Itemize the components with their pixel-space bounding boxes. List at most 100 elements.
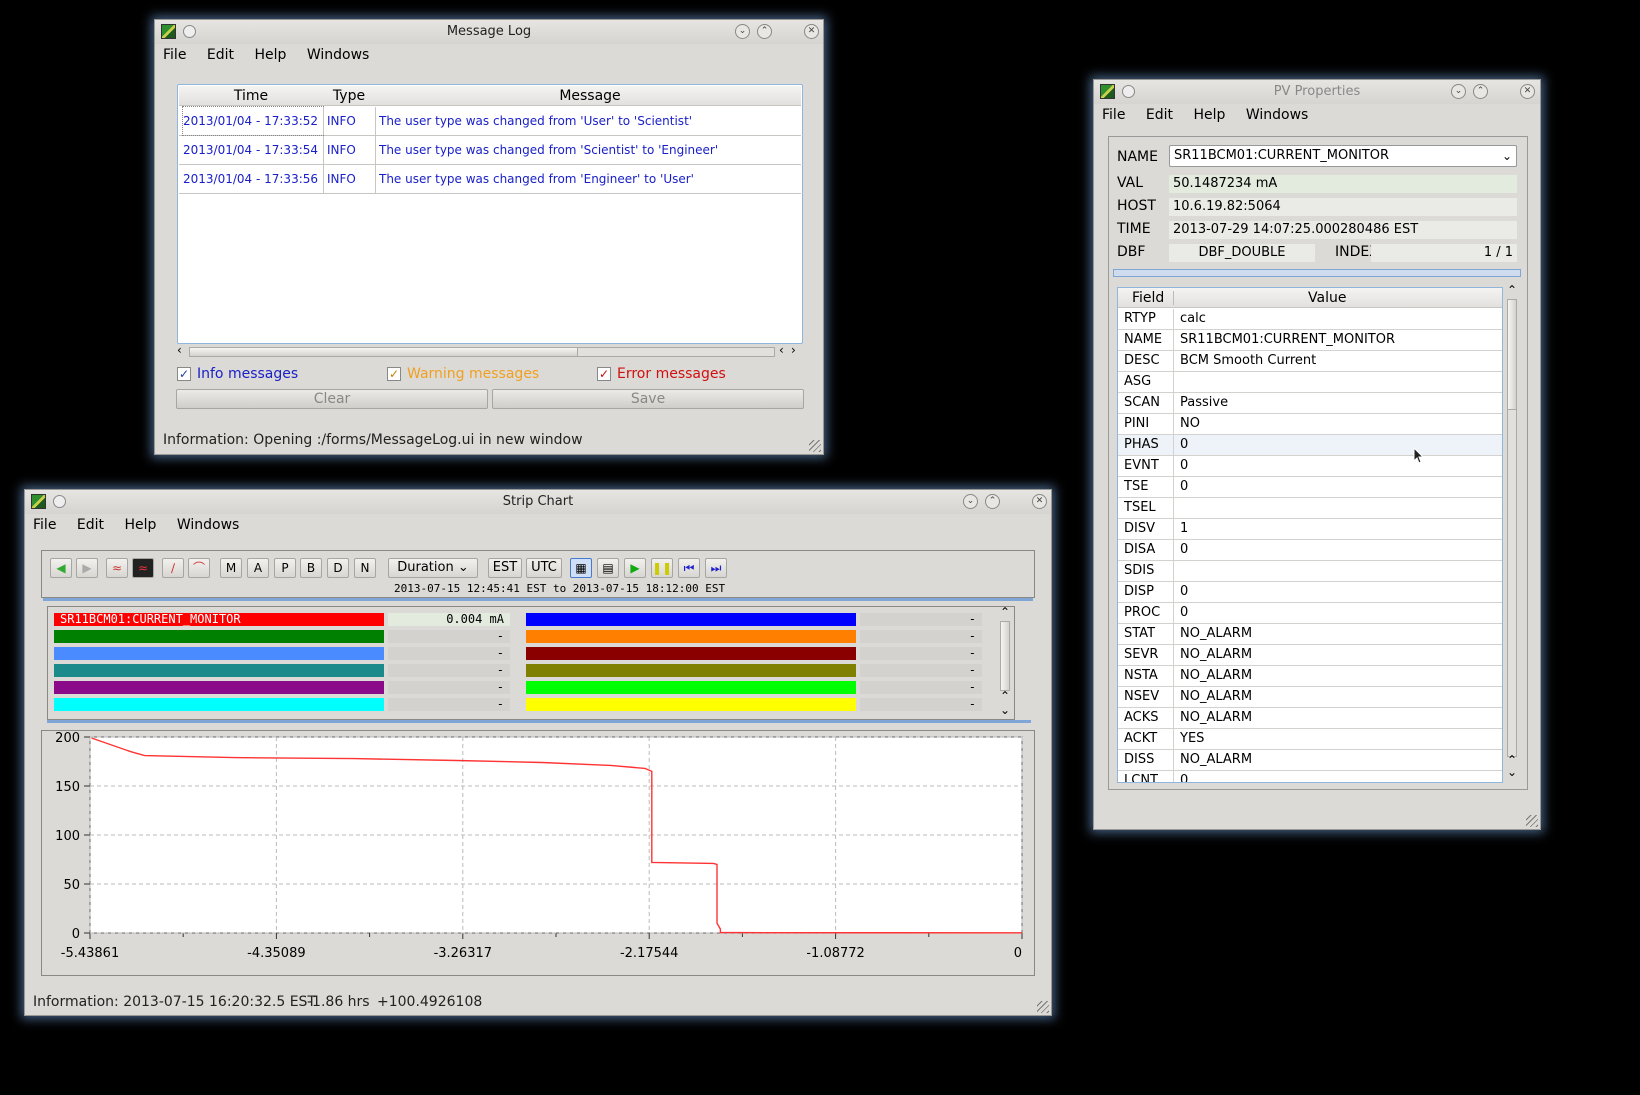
pv-slot-name[interactable] — [54, 664, 384, 677]
table-row[interactable]: TSE 0 — [1118, 477, 1502, 498]
clear-button[interactable]: Clear — [176, 389, 488, 409]
table-row[interactable]: RTYP calc — [1118, 309, 1502, 330]
maximize-icon[interactable]: ⌃ — [985, 494, 1000, 509]
table-row[interactable]: DESC BCM Smooth Current — [1118, 351, 1502, 372]
scroll-up-icon[interactable]: ⌃ — [1000, 605, 1010, 619]
column-time[interactable]: Time — [179, 86, 323, 106]
menu-file[interactable]: File — [1102, 107, 1125, 123]
menu-edit[interactable]: Edit — [1146, 107, 1173, 123]
legend-scrollbar[interactable]: ⌃ ⌃ ⌄ — [998, 605, 1012, 719]
field-table[interactable]: Field Value RTYP calc NAME SR11BCM01:CURREN… — [1117, 287, 1503, 783]
chart-dark-icon[interactable]: ≈ — [132, 558, 154, 578]
menu-windows[interactable]: Windows — [1246, 107, 1309, 123]
close-icon[interactable]: ✕ — [804, 24, 819, 39]
table-row[interactable]: PROC 0 — [1118, 603, 1502, 624]
chevron-down-icon[interactable]: ⌄ — [1502, 146, 1512, 166]
table-row[interactable]: STAT NO_ALARM — [1118, 624, 1502, 645]
table-row[interactable]: NSTA NO_ALARM — [1118, 666, 1502, 687]
resize-grip[interactable] — [1037, 1001, 1049, 1013]
maximize-icon[interactable]: ⌃ — [1473, 84, 1488, 99]
resize-grip[interactable] — [1526, 815, 1538, 827]
table-row[interactable]: ASG — [1118, 372, 1502, 393]
save-button[interactable]: Save — [492, 389, 804, 409]
scrollbar-thumb[interactable] — [1508, 300, 1516, 410]
minimize-icon[interactable]: ⌄ — [963, 494, 978, 509]
skip-forward-icon[interactable]: ⏭ — [705, 558, 727, 578]
table-row[interactable]: SDIS — [1118, 561, 1502, 582]
minimize-icon[interactable]: ⌄ — [1451, 84, 1466, 99]
vertical-scrollbar[interactable]: ⌃ ⌃ ⌄ — [1505, 283, 1519, 783]
column-value[interactable]: Value — [1308, 288, 1346, 308]
menu-edit[interactable]: Edit — [77, 517, 104, 533]
pv-slot-name[interactable] — [526, 664, 856, 677]
checkbox-box[interactable]: ✓ — [387, 367, 401, 381]
scrollbar-track[interactable] — [189, 347, 775, 357]
forward-arrow-icon[interactable]: ▶ — [76, 558, 98, 578]
est-button[interactable]: EST — [488, 558, 522, 578]
pause-icon[interactable]: ❚❚ — [651, 558, 673, 578]
calendar-icon[interactable]: ▤ — [597, 558, 619, 578]
column-message[interactable]: Message — [375, 86, 805, 106]
pv-slot-name[interactable] — [526, 681, 856, 694]
menu-edit[interactable]: Edit — [207, 47, 234, 63]
scrollbar-thumb[interactable] — [190, 348, 578, 356]
mode-n-button[interactable]: N — [354, 558, 376, 578]
menu-file[interactable]: File — [33, 517, 56, 533]
chart-settings-icon[interactable]: ≈ — [106, 558, 128, 578]
scrollbar-track[interactable] — [1507, 299, 1517, 757]
column-type[interactable]: Type — [325, 86, 373, 106]
play-icon[interactable]: ▶ — [624, 558, 646, 578]
table-row[interactable]: PHAS 0 — [1118, 435, 1502, 456]
scroll-right-icon[interactable]: › — [791, 343, 796, 357]
scroll-up-icon[interactable]: ⌃ — [1000, 689, 1010, 703]
scroll-left-icon[interactable]: ‹ — [177, 343, 182, 357]
scroll-left-icon[interactable]: ‹ — [779, 343, 784, 357]
table-row[interactable]: EVNT 0 — [1118, 456, 1502, 477]
menu-help[interactable]: Help — [1193, 107, 1225, 123]
linear-scale-icon[interactable]: ∕ — [162, 558, 184, 578]
maximize-icon[interactable]: ⌃ — [757, 24, 772, 39]
mode-b-button[interactable]: B — [300, 558, 322, 578]
scroll-down-icon[interactable]: ⌄ — [1000, 703, 1010, 717]
table-row[interactable]: 2013/01/04 - 17:33:56 INFO The user type… — [179, 165, 801, 194]
title-bar[interactable]: Strip Chart ⌄ ⌃ ✕ — [25, 490, 1051, 514]
table-row[interactable]: NAME SR11BCM01:CURRENT_MONITOR — [1118, 330, 1502, 351]
mode-m-button[interactable]: M — [220, 558, 242, 578]
menu-help[interactable]: Help — [124, 517, 156, 533]
table-row[interactable]: DISV 1 — [1118, 519, 1502, 540]
table-row[interactable]: 2013/01/04 - 17:33:54 INFO The user type… — [179, 136, 801, 165]
close-icon[interactable]: ✕ — [1032, 494, 1047, 509]
menu-windows[interactable]: Windows — [177, 517, 240, 533]
table-row[interactable]: LCNT 0 — [1118, 771, 1502, 782]
mode-p-button[interactable]: P — [274, 558, 296, 578]
utc-button[interactable]: UTC — [526, 558, 562, 578]
pv-slot-name[interactable] — [54, 698, 384, 711]
window-menu-button[interactable] — [183, 25, 196, 38]
close-icon[interactable]: ✕ — [1520, 84, 1535, 99]
mode-d-button[interactable]: D — [327, 558, 349, 578]
checkbox-box[interactable]: ✓ — [177, 367, 191, 381]
plot-canvas[interactable]: -5.43861 -4.35089 -3.26317 -2.17544 -1.08772… — [42, 731, 1034, 975]
splitter[interactable] — [1113, 269, 1521, 277]
table-row[interactable]: DISS NO_ALARM — [1118, 750, 1502, 771]
table-row[interactable]: SEVR NO_ALARM — [1118, 645, 1502, 666]
scrollbar-track[interactable] — [1000, 621, 1010, 691]
warning-messages-checkbox[interactable]: ✓ Warning messages — [387, 366, 539, 382]
pv-slot-name[interactable]: SR11BCM01:CURRENT_MONITOR — [54, 613, 384, 626]
menu-file[interactable]: File — [163, 47, 186, 63]
message-table[interactable]: Time Type Message 2013/01/04 - 17:33:52 … — [177, 84, 803, 344]
table-row[interactable]: NSEV NO_ALARM — [1118, 687, 1502, 708]
horizontal-scrollbar[interactable]: ‹ ‹ › — [175, 343, 805, 359]
table-row[interactable]: PINI NO — [1118, 414, 1502, 435]
duration-dropdown[interactable]: Duration ⌄ — [388, 558, 478, 578]
pv-slot-name[interactable] — [54, 681, 384, 694]
archive-icon[interactable]: ▦ — [570, 558, 592, 578]
minimize-icon[interactable]: ⌄ — [735, 24, 750, 39]
table-row[interactable]: ACKS NO_ALARM — [1118, 708, 1502, 729]
window-menu-button[interactable] — [53, 495, 66, 508]
pv-slot-name[interactable] — [526, 630, 856, 643]
pv-name-combobox[interactable]: SR11BCM01:CURRENT_MONITOR ⌄ — [1169, 145, 1517, 167]
pv-slot-name[interactable] — [54, 630, 384, 643]
skip-back-icon[interactable]: ⏮ — [678, 558, 700, 578]
mode-a-button[interactable]: A — [247, 558, 269, 578]
